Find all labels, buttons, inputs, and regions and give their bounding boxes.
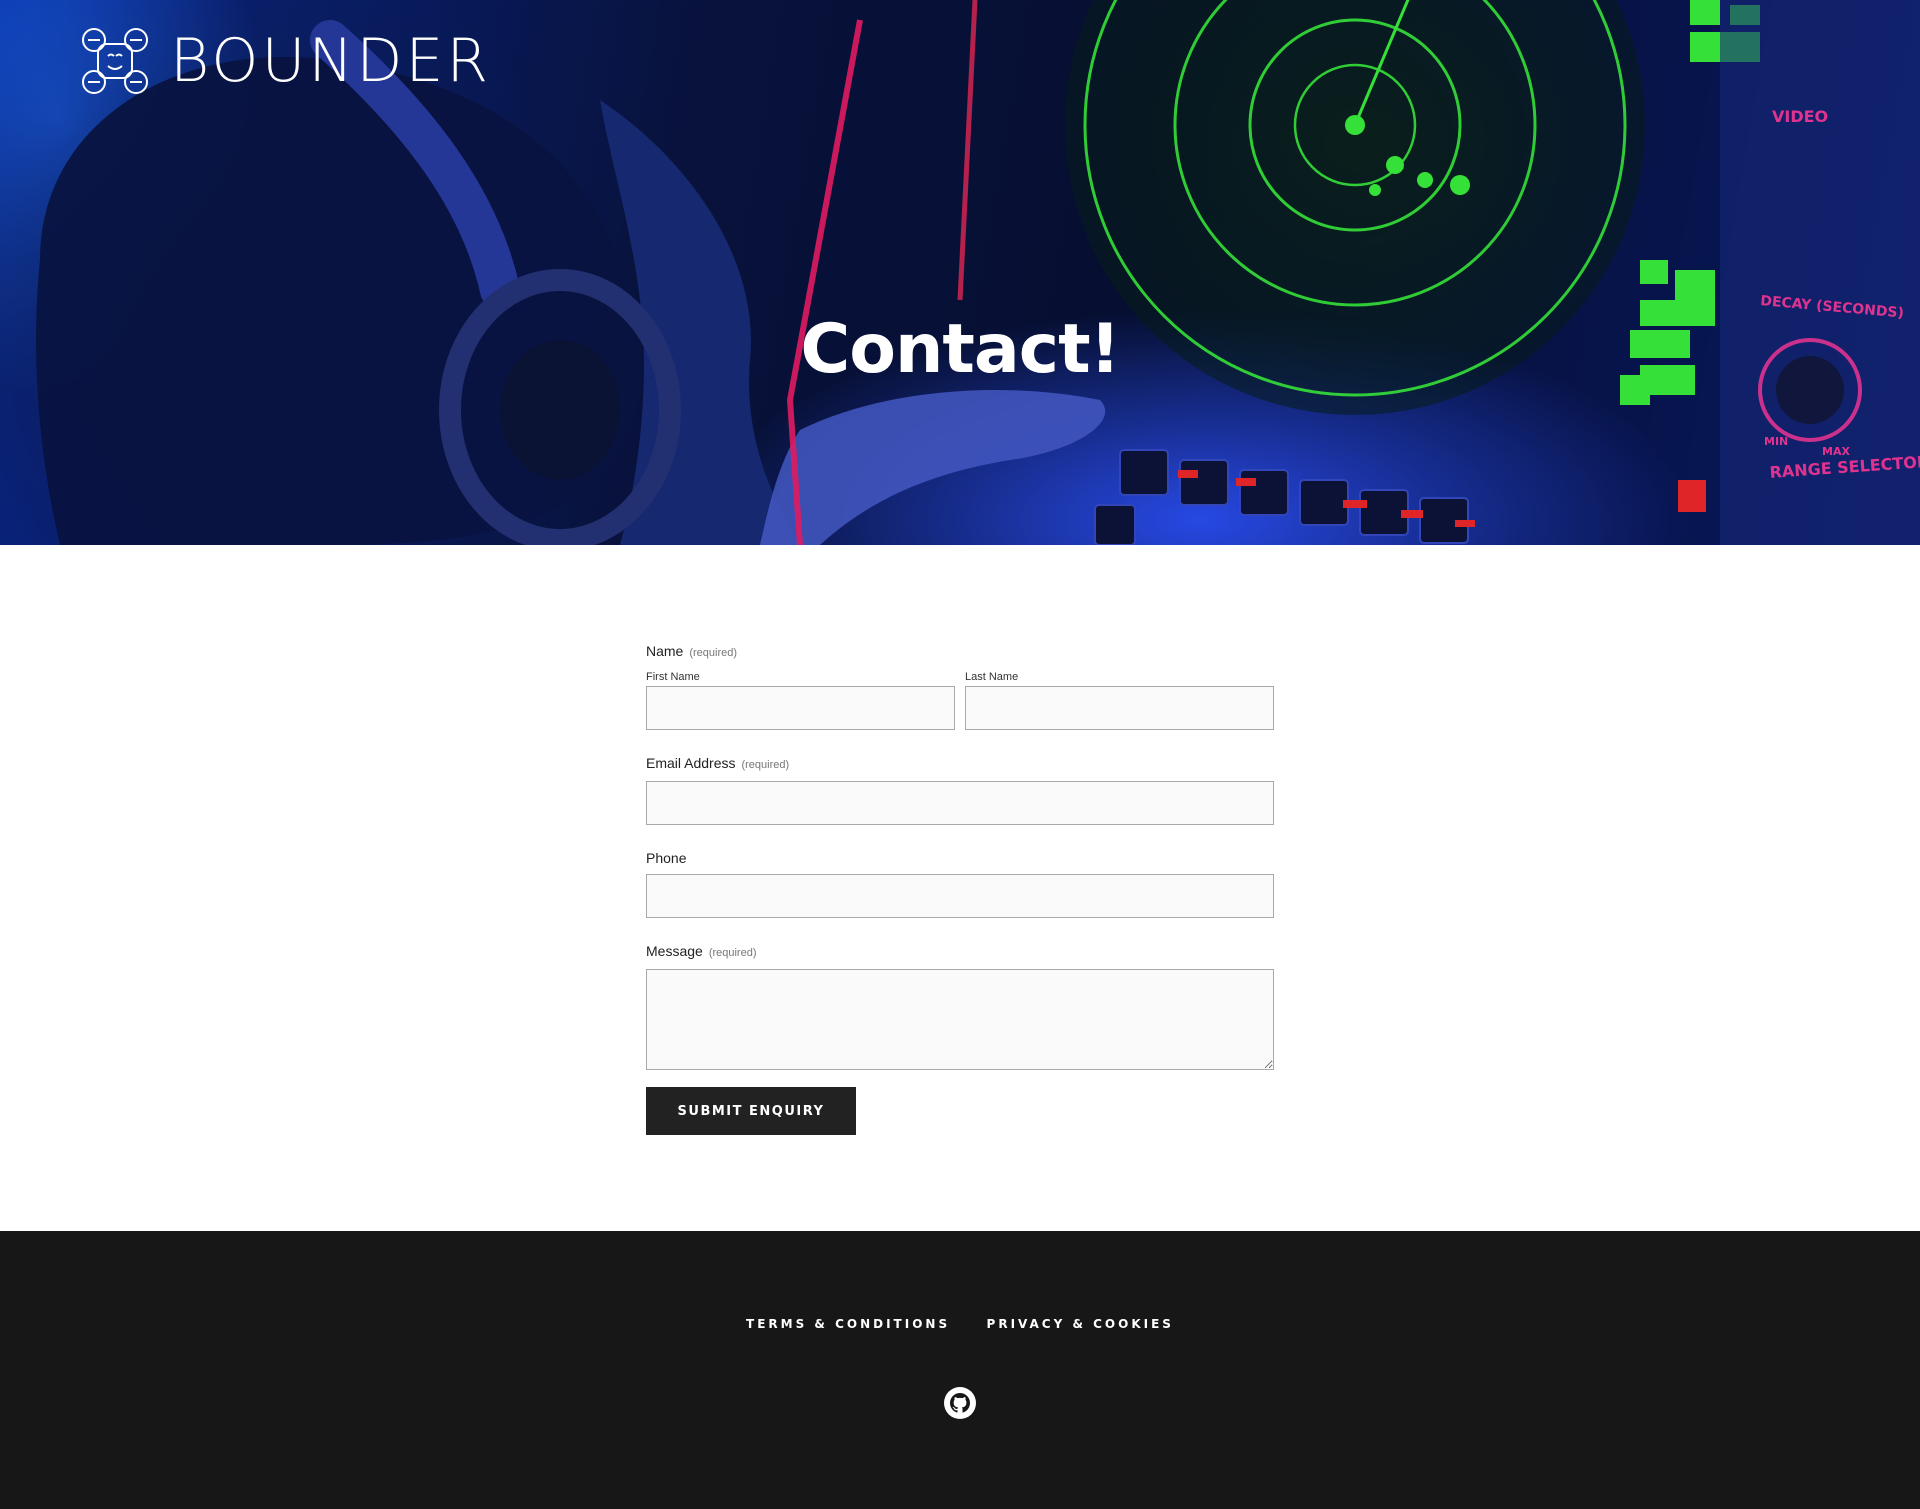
name-required-hint: (required) <box>689 647 738 659</box>
email-input[interactable] <box>646 781 1274 825</box>
first-name-input[interactable] <box>646 686 955 730</box>
name-label-text: Name <box>646 643 684 659</box>
message-field-group: Message (required) <box>646 940 1274 1070</box>
privacy-cookies-link[interactable]: PRIVACY & COOKIES <box>987 1317 1174 1331</box>
github-mark-icon <box>950 1393 970 1413</box>
first-name-label: First Name <box>646 671 700 683</box>
message-label: Message (required) <box>646 940 1274 964</box>
github-icon[interactable] <box>944 1387 976 1419</box>
email-field-group: Email Address (required) <box>646 752 1274 825</box>
name-label: Name (required) <box>646 640 1274 664</box>
drone-logo-icon <box>82 28 148 94</box>
message-textarea[interactable] <box>646 969 1274 1070</box>
page-title: Contact! <box>800 310 1120 389</box>
name-row: First Name Last Name <box>646 670 1274 730</box>
last-name-label: Last Name <box>965 671 1019 683</box>
hero-banner: VIDEO DECAY (SECONDS) RANGE SELECTOR MIN… <box>0 0 1920 545</box>
brand-logo[interactable]: BOUNDER <box>80 26 491 96</box>
contact-form: Name (required) First Name Last Name Emai… <box>646 640 1274 1135</box>
message-label-text: Message <box>646 943 703 959</box>
first-name-group: First Name <box>646 670 955 730</box>
terms-conditions-link[interactable]: TERMS & CONDITIONS <box>746 1317 950 1331</box>
email-label-text: Email Address <box>646 755 736 771</box>
email-label: Email Address (required) <box>646 752 1274 776</box>
phone-label: Phone <box>646 850 687 866</box>
phone-field-group: Phone <box>646 847 1274 918</box>
phone-input[interactable] <box>646 874 1274 918</box>
submit-enquiry-button[interactable]: SUBMIT ENQUIRY <box>646 1087 856 1135</box>
last-name-input[interactable] <box>965 686 1274 730</box>
site-footer: TERMS & CONDITIONS PRIVACY & COOKIES <box>0 1231 1920 1509</box>
email-required-hint: (required) <box>741 759 790 771</box>
footer-nav: TERMS & CONDITIONS PRIVACY & COOKIES <box>0 1315 1920 1333</box>
last-name-group: Last Name <box>965 670 1274 730</box>
brand-name: BOUNDER <box>170 26 492 96</box>
message-required-hint: (required) <box>708 947 757 959</box>
